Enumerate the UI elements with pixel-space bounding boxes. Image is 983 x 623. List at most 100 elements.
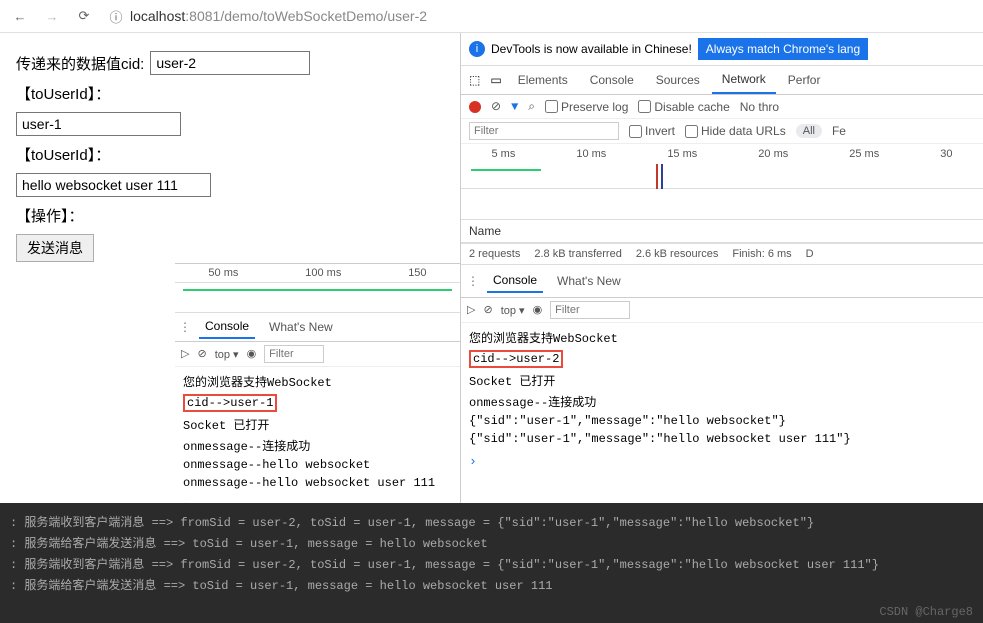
tl-tick: 10 ms bbox=[576, 148, 606, 160]
filter-icon[interactable]: ▼ bbox=[511, 100, 518, 114]
tab-whatsnew[interactable]: What's New bbox=[263, 316, 339, 338]
console-prompt[interactable]: › bbox=[461, 452, 983, 471]
tl-tick: 5 ms bbox=[492, 148, 516, 160]
banner-text: DevTools is now available in Chinese! bbox=[491, 42, 692, 56]
cid-label: 传递来的数据值cid: bbox=[16, 53, 144, 74]
console-line: onmessage--连接成功 bbox=[469, 391, 975, 412]
console-line: {"sid":"user-1","message":"hello websock… bbox=[469, 412, 975, 430]
network-timeline[interactable] bbox=[461, 164, 983, 189]
network-timeline-header: 5 ms 10 ms 15 ms 20 ms 25 ms 30 bbox=[461, 144, 983, 164]
clear-icon[interactable]: ⊘ bbox=[197, 347, 206, 361]
tl-tick: 100 ms bbox=[305, 267, 341, 279]
disable-cache-checkbox[interactable]: Disable cache bbox=[638, 100, 729, 114]
tab-console[interactable]: Console bbox=[580, 67, 644, 93]
console-line: onmessage--hello websocket bbox=[183, 456, 452, 474]
terminal-line: : 服务端给客户端发送消息 ==> toSid = user-1, messag… bbox=[10, 574, 973, 595]
terminal-line: : 服务端收到客户端消息 ==> fromSid = user-2, toSid… bbox=[10, 553, 973, 574]
play-icon[interactable]: ▷ bbox=[467, 303, 475, 317]
watermark: CSDN @Charge8 bbox=[879, 605, 973, 619]
inspect-icon[interactable]: ⬚ bbox=[465, 69, 484, 92]
drawer-tab-whatsnew[interactable]: What's New bbox=[551, 270, 627, 292]
console-line: {"sid":"user-1","message":"hello websock… bbox=[469, 430, 975, 448]
clear-icon[interactable]: ⊘ bbox=[491, 99, 501, 114]
server-terminal: : 服务端收到客户端消息 ==> fromSid = user-2, toSid… bbox=[0, 503, 983, 623]
stat-d: D bbox=[806, 248, 814, 260]
stat-requests: 2 requests bbox=[469, 248, 520, 260]
device-icon[interactable]: ▭ bbox=[486, 69, 505, 92]
action-label: 【操作】： bbox=[16, 205, 84, 226]
stat-finish: Finish: 6 ms bbox=[732, 248, 791, 260]
console-output: 您的浏览器支持WebSocket cid-->user-1 Socket 已打开… bbox=[175, 367, 460, 496]
play-icon[interactable]: ▷ bbox=[181, 347, 189, 361]
filter-fe[interactable]: Fe bbox=[832, 124, 846, 138]
network-filter[interactable] bbox=[469, 122, 619, 140]
terminal-line: : 服务端收到客户端消息 ==> fromSid = user-2, toSid… bbox=[10, 511, 973, 532]
tab-network[interactable]: Network bbox=[712, 66, 776, 94]
devtools-panel: i DevTools is now available in Chinese! … bbox=[460, 33, 983, 503]
stat-resources: 2.6 kB resources bbox=[636, 248, 719, 260]
clear-icon[interactable]: ⊘ bbox=[483, 303, 492, 317]
throttling-selector[interactable]: No thro bbox=[740, 100, 779, 114]
console-line: Socket 已打开 bbox=[469, 370, 975, 391]
devtools-banner: i DevTools is now available in Chinese! … bbox=[461, 33, 983, 66]
tab-elements[interactable]: Elements bbox=[508, 67, 578, 93]
console-line: onmessage--连接成功 bbox=[183, 435, 452, 456]
tl-tick: 150 bbox=[408, 267, 426, 279]
url-host: localhost bbox=[130, 8, 185, 24]
url-path: /demo/toWebSocketDemo/user-2 bbox=[220, 8, 427, 24]
reload-icon[interactable]: ⟳ bbox=[74, 6, 94, 26]
message-input[interactable] bbox=[16, 173, 211, 197]
context-selector[interactable]: top ▾ bbox=[215, 348, 239, 361]
tl-tick: 15 ms bbox=[667, 148, 697, 160]
tl-tick: 25 ms bbox=[849, 148, 879, 160]
console-line: Socket 已打开 bbox=[183, 414, 452, 435]
console-line-highlighted: cid-->user-2 bbox=[469, 350, 563, 368]
terminal-line: : 服务端给客户端发送消息 ==> toSid = user-1, messag… bbox=[10, 532, 973, 553]
console-output: 您的浏览器支持WebSocket cid-->user-2 Socket 已打开… bbox=[461, 323, 983, 452]
back-icon[interactable]: ← bbox=[10, 6, 30, 26]
tl-tick: 30 bbox=[940, 148, 952, 160]
network-stats: 2 requests 2.8 kB transferred 2.6 kB res… bbox=[461, 243, 983, 265]
hide-urls-checkbox[interactable]: Hide data URLs bbox=[685, 124, 786, 138]
tab-console[interactable]: Console bbox=[199, 315, 255, 339]
invert-checkbox[interactable]: Invert bbox=[629, 124, 675, 138]
record-icon[interactable] bbox=[469, 101, 481, 113]
timeline-header: 50 ms 100 ms 150 bbox=[175, 264, 460, 283]
preserve-log-checkbox[interactable]: Preserve log bbox=[545, 100, 628, 114]
console-filter[interactable] bbox=[550, 301, 630, 319]
browser-toolbar: ← → ⟳ ⓘ localhost:8081/demo/toWebSocketD… bbox=[0, 0, 983, 33]
console-line: 您的浏览器支持WebSocket bbox=[183, 371, 452, 392]
console-filter[interactable] bbox=[264, 345, 324, 363]
eye-icon[interactable]: ◉ bbox=[533, 303, 543, 317]
tab-sources[interactable]: Sources bbox=[646, 67, 710, 93]
banner-button[interactable]: Always match Chrome's lang bbox=[698, 38, 868, 60]
filter-all[interactable]: All bbox=[796, 124, 822, 138]
send-button[interactable]: 发送消息 bbox=[16, 234, 94, 262]
info-icon: i bbox=[469, 41, 485, 57]
tl-tick: 50 ms bbox=[208, 267, 238, 279]
forward-icon[interactable]: → bbox=[42, 6, 62, 26]
console-line-highlighted: cid-->user-1 bbox=[183, 394, 277, 412]
to-user-label: 【toUserId】： bbox=[16, 83, 110, 104]
info-icon: ⓘ bbox=[106, 6, 126, 26]
to-user-input[interactable] bbox=[16, 112, 181, 136]
to-user-label-2: 【toUserId】： bbox=[16, 144, 110, 165]
left-devtools: 50 ms 100 ms 150 ⋮ Console What's New ▷ … bbox=[175, 263, 460, 515]
console-line: 您的浏览器支持WebSocket bbox=[469, 327, 975, 348]
tl-tick: 20 ms bbox=[758, 148, 788, 160]
search-icon[interactable]: ⌕ bbox=[528, 100, 535, 114]
url-bar[interactable]: ⓘ localhost:8081/demo/toWebSocketDemo/us… bbox=[106, 6, 427, 26]
more-icon[interactable]: ⋮ bbox=[179, 320, 191, 335]
timeline-bar bbox=[175, 283, 460, 313]
eye-icon[interactable]: ◉ bbox=[247, 347, 257, 361]
network-name-header[interactable]: Name bbox=[461, 219, 983, 243]
stat-transferred: 2.8 kB transferred bbox=[534, 248, 621, 260]
url-port: :8081 bbox=[185, 8, 220, 24]
more-icon[interactable]: ⋮ bbox=[467, 274, 479, 289]
cid-input[interactable] bbox=[150, 51, 310, 75]
page-content: 传递来的数据值cid: 【toUserId】： 【toUserId】： 【操作】… bbox=[0, 33, 460, 503]
tab-performance[interactable]: Perfor bbox=[778, 67, 831, 93]
drawer-tab-console[interactable]: Console bbox=[487, 269, 543, 293]
context-selector[interactable]: top ▾ bbox=[501, 304, 525, 317]
console-line: onmessage--hello websocket user 111 bbox=[183, 474, 452, 492]
